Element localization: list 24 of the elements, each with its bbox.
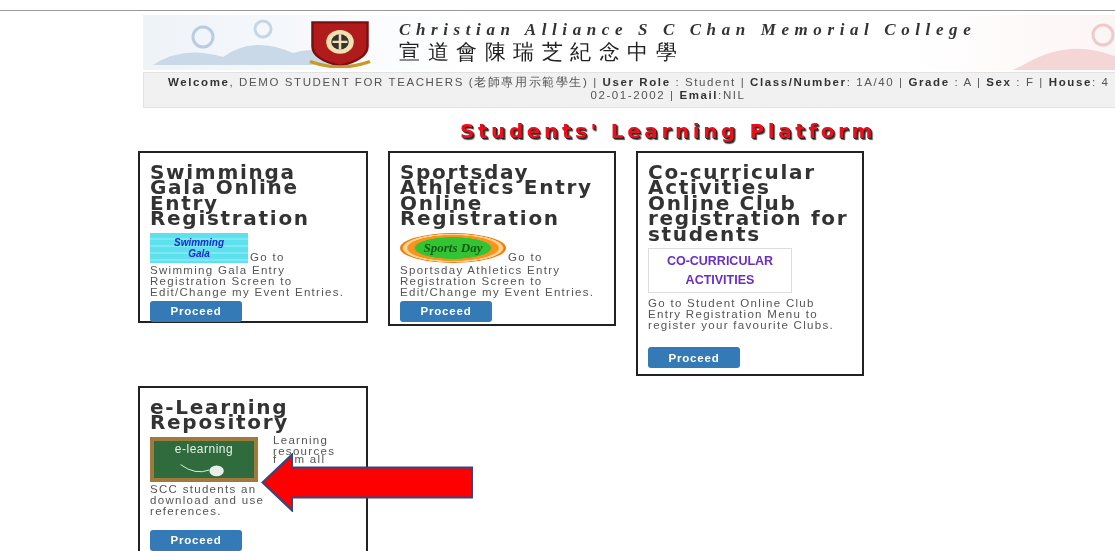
activities-banner: CO-CURRICULAR ACTIVITIES: [648, 248, 792, 294]
page-title: Students' Learning Platform: [458, 120, 878, 142]
school-name: Christian Alliance S C Chan Memorial College: [399, 20, 977, 40]
proceed-button[interactable]: Proceed: [648, 347, 740, 369]
card-title: Co-curricular Activities Online Club registration for students: [648, 165, 850, 243]
proceed-button[interactable]: Proceed: [150, 300, 242, 322]
school-name-chinese: 宣道會陳瑞芝紀念中學: [399, 40, 684, 65]
card-description: Go to Student Online Club Entry Registration Menu to register your favourite Clubs.: [648, 298, 835, 332]
proceed-button[interactable]: Proceed: [400, 300, 492, 322]
card-description: Sportsday Athletics Entry Registration Screen to Edit/Change my Event Entries.: [400, 264, 596, 298]
proceed-button[interactable]: Proceed: [150, 529, 242, 551]
card-description: SCC students an download and use references.: [150, 483, 266, 517]
card-text: Go to: [250, 250, 285, 263]
user-info-text: 02-01-2002 | Email:NIL: [589, 89, 747, 102]
card-description: Swimming Gala Entry Registration Screen to Edit/Change my Event Entries.: [150, 264, 346, 298]
card-title: e-Learning Repository: [150, 400, 290, 431]
card-text: Go to: [508, 250, 543, 263]
chalkboard-picture: e-learning: [150, 436, 258, 482]
card-title: Swimminga Gala Online Entry Registration: [150, 165, 311, 227]
sports-day-logo: Sports Day: [400, 232, 506, 263]
user-info-text: Welcome, DEMO STUDENT FOR TEACHERS (老師專用示範學生) | User Role : Student | Class/Number: 1A/40 | Grade : A | Sex : F | House: 4: [167, 76, 1111, 89]
card-text: f: [273, 453, 278, 465]
card-title: Sportsday Athletics Entry Online Registration: [400, 165, 594, 227]
swimming-gala-logo: Swimming Gala: [150, 232, 248, 263]
